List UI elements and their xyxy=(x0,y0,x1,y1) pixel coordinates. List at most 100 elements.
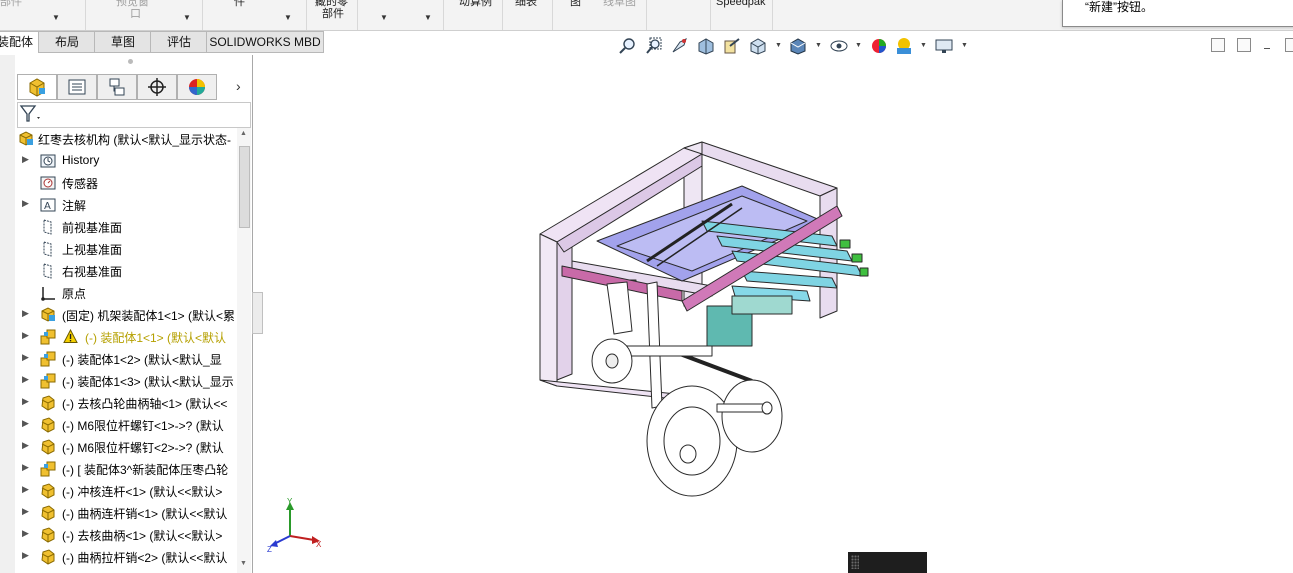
tree-item[interactable]: ▶ A 注解 xyxy=(15,194,237,216)
tree-item[interactable]: ▶ History xyxy=(15,150,237,172)
dynamic-annotation-icon[interactable] xyxy=(722,36,742,56)
filter-bar[interactable] xyxy=(17,102,251,128)
ribbon-separator xyxy=(772,0,773,30)
chevron-down-icon[interactable]: ▼ xyxy=(855,42,862,49)
panel-splitter[interactable] xyxy=(128,59,133,64)
expand-arrow-icon[interactable]: ▶ xyxy=(22,418,29,429)
ribbon-separator xyxy=(710,0,711,30)
tree-item[interactable]: ▶ (-) 去核曲柄<1> (默认<<默认> xyxy=(15,524,237,546)
restore-icon[interactable] xyxy=(1211,38,1225,52)
expand-arrow-icon[interactable]: ▶ xyxy=(22,396,29,407)
tree-item[interactable]: 传感器 xyxy=(15,172,237,194)
configurationmanager-tab[interactable] xyxy=(97,74,137,100)
tree-scrollbar[interactable]: ▲ ▼ xyxy=(237,128,251,573)
chevron-down-icon[interactable]: ▼ xyxy=(815,42,822,49)
tree-item[interactable]: ▶ (-) [ 装配体3^新装配体压枣凸轮 xyxy=(15,458,237,480)
chevron-down-icon[interactable]: ▼ xyxy=(183,13,191,22)
ribbon-item-preview-window-2[interactable]: 口 xyxy=(130,8,141,20)
previous-view-icon[interactable] xyxy=(670,36,690,56)
tree-item[interactable]: ▶ (-) 冲核连杆<1> (默认<<默认> xyxy=(15,480,237,502)
tree-item-label: (-) 去核曲柄<1> (默认<<默认> xyxy=(62,529,223,543)
view-orientation-icon[interactable] xyxy=(748,36,768,56)
tree-item[interactable]: ▶ (-) M6限位杆螺钉<2>->? (默认 xyxy=(15,436,237,458)
drag-handle-icon[interactable] xyxy=(851,555,859,569)
tab-sketch[interactable]: 草图 xyxy=(94,31,152,53)
tab-assembly[interactable]: 装配体 xyxy=(0,31,40,53)
expand-arrow-icon[interactable]: ▶ xyxy=(22,506,29,517)
scroll-down-icon[interactable]: ▼ xyxy=(240,560,247,567)
expand-arrow-icon[interactable]: ▶ xyxy=(22,154,29,165)
view-settings-icon[interactable] xyxy=(934,36,954,56)
tree-item[interactable]: ▶ (固定) 机架装配体1<1> (默认<累 xyxy=(15,304,237,326)
expand-arrow-icon[interactable]: ▶ xyxy=(22,308,29,319)
ribbon-item-hidden-components-2[interactable]: 部件 xyxy=(322,8,344,20)
part-icon xyxy=(41,439,55,455)
tree-item-label: (-) [ 装配体3^新装配体压枣凸轮 xyxy=(62,463,229,477)
expand-arrow-icon[interactable]: ▶ xyxy=(22,528,29,539)
chevron-down-icon[interactable]: ▼ xyxy=(380,13,388,22)
ribbon-item-parts[interactable]: 部件 xyxy=(0,0,22,8)
chevron-down-icon[interactable]: ▼ xyxy=(961,42,968,49)
apply-scene-icon[interactable] xyxy=(894,36,914,56)
expand-arrow-icon[interactable]: ▶ xyxy=(22,462,29,473)
chevron-down-icon[interactable]: ▼ xyxy=(284,13,292,22)
tree-item[interactable]: 原点 xyxy=(15,282,237,304)
tree-root[interactable]: 红枣去核机构 (默认<默认_显示状态- xyxy=(15,128,237,150)
graphics-viewport[interactable] xyxy=(262,56,1293,573)
featuremanager-tab[interactable] xyxy=(17,74,57,100)
tab-layout[interactable]: 布局 xyxy=(38,31,96,53)
zoom-to-area-icon[interactable] xyxy=(644,36,664,56)
ribbon-item-explode-line-sketch[interactable]: 线草图 xyxy=(603,0,636,8)
edit-appearance-icon[interactable] xyxy=(869,36,889,56)
expand-arrow-icon[interactable]: ▶ xyxy=(22,374,29,385)
tree-item[interactable]: ▶ (-) 装配体1<1> (默认<默认 xyxy=(15,326,237,348)
minimize-icon[interactable] xyxy=(1264,48,1270,49)
maximize-icon[interactable] xyxy=(1285,38,1293,52)
tree-item[interactable]: ▶ (-) 装配体1<3> (默认<默认_显示 xyxy=(15,370,237,392)
ribbon-item-exploded-view[interactable]: 图 xyxy=(570,0,581,8)
display-style-icon[interactable] xyxy=(788,36,808,56)
tree-item[interactable]: ▶ (-) 装配体1<2> (默认<默认_显 xyxy=(15,348,237,370)
chevron-down-icon[interactable]: ▼ xyxy=(52,13,60,22)
tab-evaluate[interactable]: 评估 xyxy=(150,31,208,53)
scroll-up-icon[interactable]: ▲ xyxy=(240,130,247,137)
displaymanager-tab[interactable] xyxy=(177,74,217,100)
expand-arrow-icon[interactable]: ▶ xyxy=(22,198,29,209)
ribbon-item-preview-window[interactable]: 预览窗 xyxy=(116,0,149,8)
assembly-icon xyxy=(19,131,33,146)
chevron-down-icon[interactable]: ▼ xyxy=(920,42,927,49)
dimxpertmanager-tab[interactable] xyxy=(137,74,177,100)
tree-item[interactable]: ▶ (-) 曲柄拉杆销<2> (默认<<默认 xyxy=(15,546,237,568)
section-view-icon[interactable] xyxy=(696,36,716,56)
expand-arrow-icon[interactable]: ▶ xyxy=(22,550,29,561)
tree-item[interactable]: ▶ (-) 去核凸轮曲柄轴<1> (默认<< xyxy=(15,392,237,414)
tree-item[interactable]: 上视基准面 xyxy=(15,238,237,260)
tree-item[interactable]: 右视基准面 xyxy=(15,260,237,282)
ribbon-item-bom[interactable]: 细表 xyxy=(515,0,537,8)
tree-item[interactable]: ▶ (-) 曲柄连杆销<1> (默认<<默认 xyxy=(15,502,237,524)
expand-arrow-icon[interactable]: ▶ xyxy=(22,352,29,363)
tab-solidworks-mbd[interactable]: SOLIDWORKS MBD xyxy=(206,31,324,53)
ribbon-item-motion-study[interactable]: 动算例 xyxy=(459,0,492,8)
expand-arrow-icon[interactable]: ▶ xyxy=(22,484,29,495)
expand-arrow-icon[interactable]: ▶ xyxy=(22,330,29,341)
tile-icon[interactable] xyxy=(1237,38,1251,52)
hide-show-items-icon[interactable] xyxy=(829,36,849,56)
expand-arrow-icon[interactable]: ▶ xyxy=(22,440,29,451)
scrollbar-thumb[interactable] xyxy=(239,146,250,228)
propertymanager-tab[interactable] xyxy=(57,74,97,100)
ribbon-item-speedpak[interactable]: Speedpak xyxy=(716,0,766,8)
tree-item[interactable]: ▶ (-) M6限位杆螺钉<1>->? (默认 xyxy=(15,414,237,436)
chevron-down-icon[interactable]: ▼ xyxy=(775,42,782,49)
tree-item[interactable]: 前视基准面 xyxy=(15,216,237,238)
chevron-right-icon[interactable]: › xyxy=(236,78,241,94)
ribbon-item-component[interactable]: 件 xyxy=(234,0,245,8)
tree-item-label: 前视基准面 xyxy=(62,221,123,235)
ribbon-item-hidden-components[interactable]: 藏的零 xyxy=(315,0,348,8)
filter-icon[interactable] xyxy=(18,103,42,125)
cam-right xyxy=(721,379,783,453)
floating-toolbar[interactable] xyxy=(848,552,927,573)
zoom-to-fit-icon[interactable] xyxy=(618,36,638,56)
chevron-down-icon[interactable]: ▼ xyxy=(424,13,432,22)
wheel-large-inner xyxy=(663,406,721,476)
